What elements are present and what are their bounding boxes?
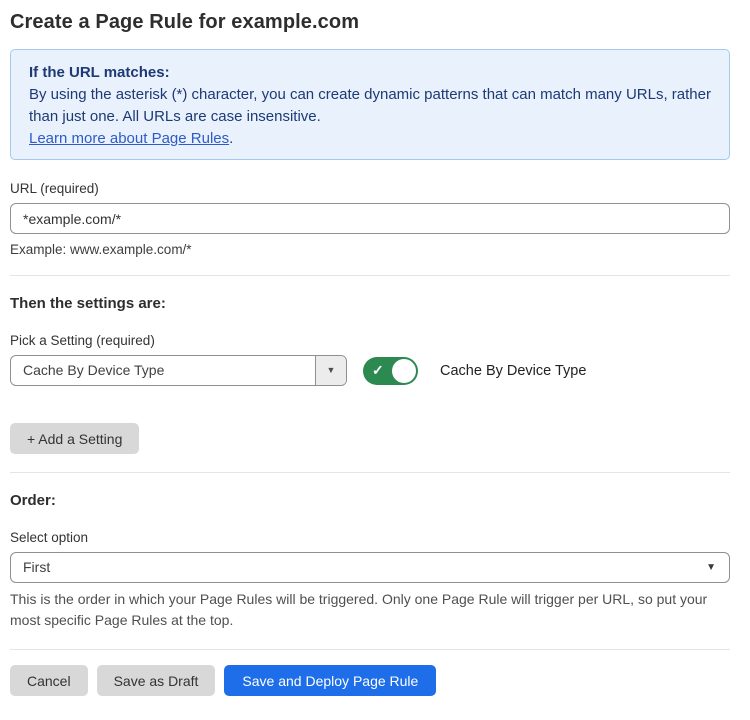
- order-heading: Order:: [10, 492, 730, 509]
- divider: [10, 649, 730, 650]
- footer-actions: Cancel Save as Draft Save and Deploy Pag…: [10, 665, 730, 696]
- page-rule-form: Create a Page Rule for example.com If th…: [0, 0, 750, 720]
- learn-more-link[interactable]: Learn more about Page Rules: [29, 130, 229, 147]
- info-box-link-line: Learn more about Page Rules.: [29, 128, 711, 150]
- toggle-label: Cache By Device Type: [440, 363, 586, 379]
- setting-row: Cache By Device Type ▼ ✓ Cache By Device…: [10, 355, 730, 386]
- divider: [10, 472, 730, 473]
- select-option-label: Select option: [10, 530, 730, 545]
- info-box-heading: If the URL matches:: [29, 62, 711, 84]
- cancel-button[interactable]: Cancel: [10, 665, 88, 696]
- save-draft-button[interactable]: Save as Draft: [97, 665, 216, 696]
- order-select[interactable]: First ▼: [10, 552, 730, 583]
- page-title: Create a Page Rule for example.com: [10, 11, 730, 34]
- setting-select[interactable]: Cache By Device Type ▼: [10, 355, 347, 386]
- save-deploy-button[interactable]: Save and Deploy Page Rule: [224, 665, 436, 696]
- setting-toggle[interactable]: ✓: [363, 357, 418, 385]
- check-icon: ✓: [372, 362, 384, 379]
- chevron-down-icon: ▼: [706, 553, 729, 582]
- toggle-knob: [392, 359, 416, 383]
- order-description: This is the order in which your Page Rul…: [10, 589, 710, 631]
- order-select-value: First: [11, 553, 706, 582]
- url-label: URL (required): [10, 181, 730, 196]
- info-box-body: By using the asterisk (*) character, you…: [29, 84, 711, 128]
- add-setting-button[interactable]: + Add a Setting: [10, 423, 139, 454]
- url-input[interactable]: [10, 203, 730, 234]
- link-period: .: [229, 130, 233, 147]
- setting-select-value: Cache By Device Type: [11, 356, 315, 385]
- divider: [10, 275, 730, 276]
- pick-setting-label: Pick a Setting (required): [10, 333, 730, 348]
- settings-heading: Then the settings are:: [10, 295, 730, 312]
- url-match-info-box: If the URL matches: By using the asteris…: [10, 49, 730, 160]
- chevron-down-icon: ▼: [327, 366, 336, 375]
- url-example-helper: Example: www.example.com/*: [10, 242, 730, 257]
- setting-select-arrow-button[interactable]: ▼: [315, 356, 346, 385]
